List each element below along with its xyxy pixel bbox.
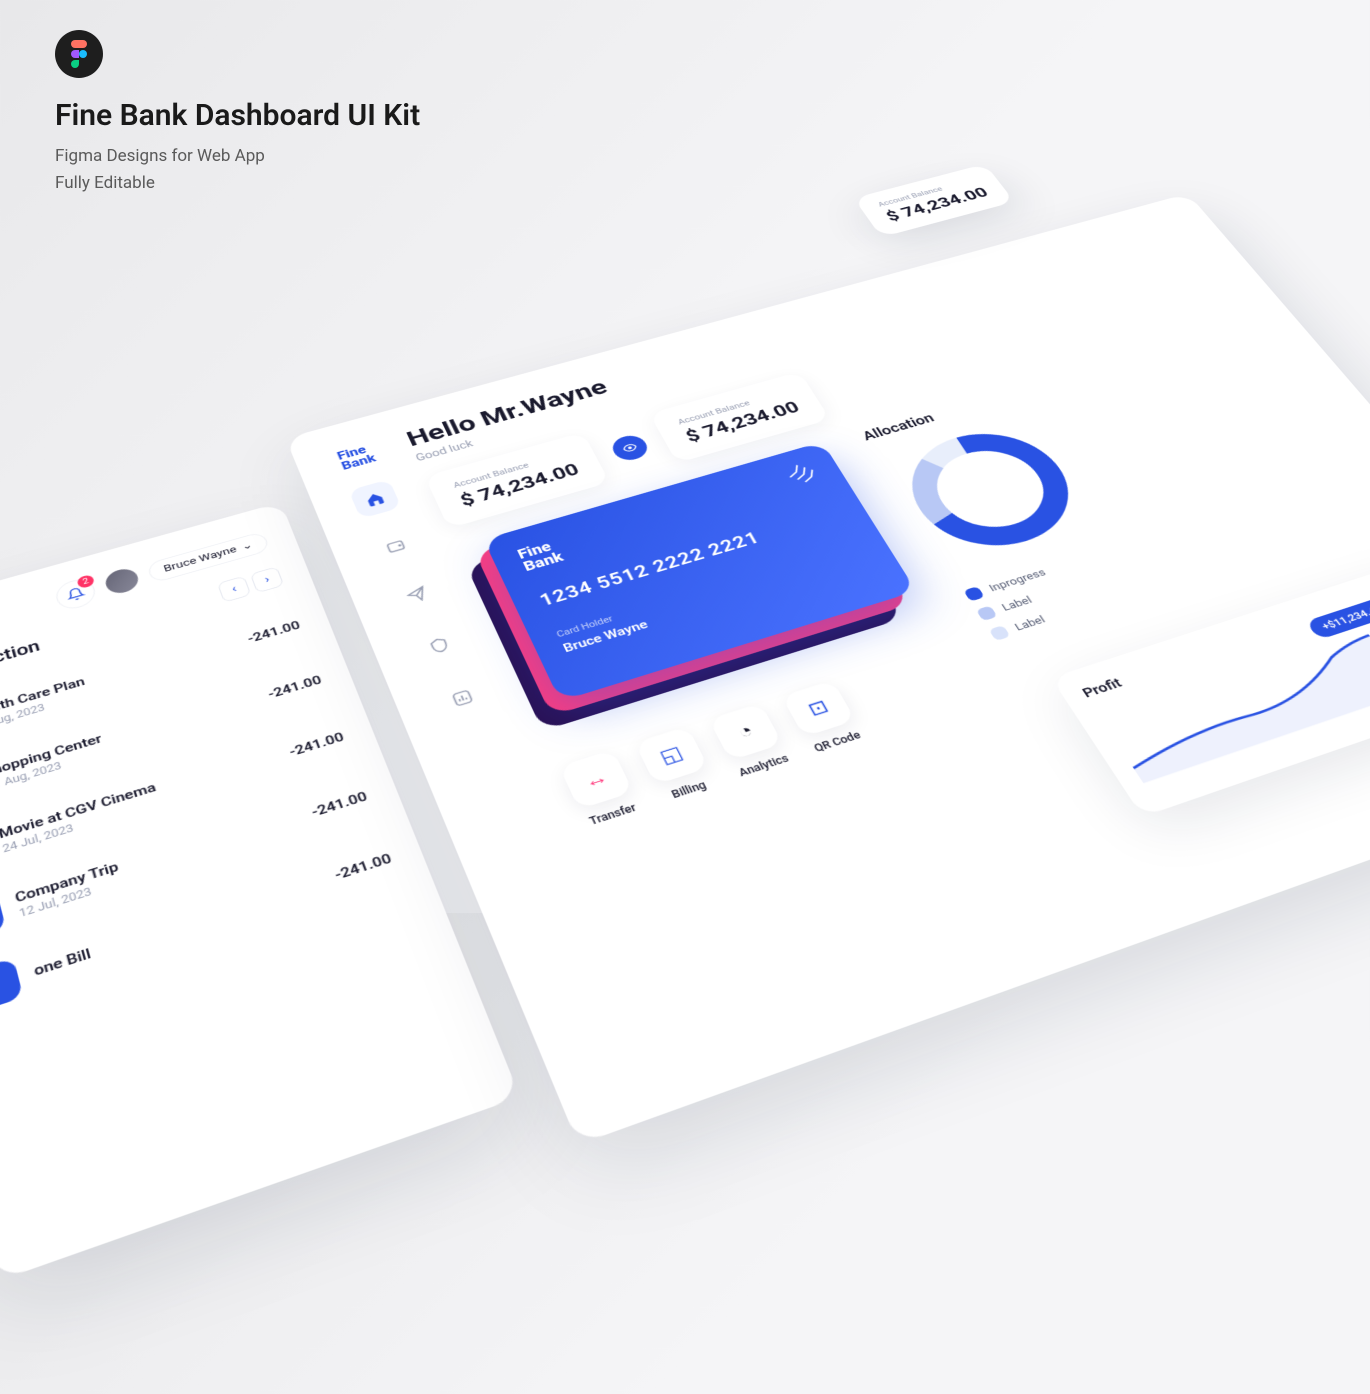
action-icon-box: ◱ bbox=[634, 726, 708, 785]
brand-logo: FineBank bbox=[336, 443, 378, 472]
nav-send[interactable] bbox=[389, 574, 444, 617]
nav-wallet[interactable] bbox=[369, 526, 423, 567]
action-analytics[interactable]: ◔ Analytics bbox=[709, 703, 794, 780]
allocation-title: Allocation bbox=[860, 359, 1117, 443]
figma-icon bbox=[69, 40, 89, 68]
transaction-amount: -241.00 bbox=[309, 789, 369, 821]
promo-subtitle-1: Figma Designs for Web App bbox=[55, 143, 420, 170]
eye-icon bbox=[620, 441, 639, 455]
action-icon: ◱ bbox=[656, 742, 686, 768]
action-icon: ◔ bbox=[734, 720, 758, 744]
action-label: QR Code bbox=[812, 729, 863, 754]
legend-label: Label bbox=[999, 594, 1034, 613]
toggle-visibility-button[interactable] bbox=[608, 432, 652, 463]
chart-icon bbox=[449, 688, 475, 709]
transaction-icon: ● bbox=[0, 891, 6, 945]
promo-title: Fine Bank Dashboard UI Kit bbox=[55, 98, 420, 133]
transaction-list: ●Health Care Plan30 Aug, 2023-241.00●Sho… bbox=[0, 598, 403, 1029]
transaction-amount: -241.00 bbox=[332, 850, 393, 883]
nav-security[interactable] bbox=[411, 623, 468, 667]
promo-header: Fine Bank Dashboard UI Kit Figma Designs… bbox=[55, 30, 420, 197]
legend-color bbox=[963, 586, 985, 602]
allocation-donut-chart bbox=[875, 411, 1108, 572]
action-label: Billing bbox=[670, 779, 709, 801]
user-name: Bruce Wayne bbox=[162, 544, 238, 574]
shield-icon bbox=[427, 635, 453, 655]
nav-analytics[interactable] bbox=[434, 675, 492, 721]
pager-prev-button[interactable]: ‹ bbox=[217, 576, 251, 603]
action-icon-box: ◔ bbox=[709, 703, 783, 761]
wallet-icon bbox=[383, 537, 408, 556]
transaction-amount: -241.00 bbox=[245, 618, 302, 646]
nav-home[interactable] bbox=[348, 479, 401, 519]
transaction-amount: -241.00 bbox=[287, 729, 346, 759]
action-icon: ↔ bbox=[580, 765, 612, 793]
user-avatar[interactable] bbox=[100, 564, 143, 599]
action-icon-box: ↔ bbox=[559, 750, 633, 810]
chevron-down-icon: ⌄ bbox=[240, 539, 254, 552]
promo-subtitle-2: Fully Editable bbox=[55, 170, 420, 197]
notification-bell-button[interactable] bbox=[53, 576, 99, 613]
transaction-icon: ● bbox=[0, 957, 23, 1013]
legend-label: Label bbox=[1012, 614, 1047, 634]
card-holder-name: Bruce Wayne bbox=[561, 551, 871, 656]
bell-icon bbox=[65, 585, 87, 602]
home-icon bbox=[363, 490, 387, 508]
action-label: Analytics bbox=[737, 752, 791, 779]
action-icon-box: ⊡ bbox=[781, 680, 855, 737]
action-transfer[interactable]: ↔ Transfer bbox=[559, 750, 643, 829]
action-label: Transfer bbox=[587, 801, 638, 827]
send-icon bbox=[405, 585, 430, 604]
floating-balance-card: Account Balance $ 74,234.00 bbox=[854, 164, 1015, 237]
action-billing[interactable]: ◱ Billing bbox=[634, 726, 718, 804]
legend-color bbox=[976, 605, 998, 621]
legend-color bbox=[989, 625, 1011, 641]
action-qr-code[interactable]: ⊡ QR Code bbox=[781, 680, 866, 755]
pager-next-button[interactable]: › bbox=[250, 566, 284, 593]
figma-logo-badge bbox=[55, 30, 103, 78]
action-icon: ⊡ bbox=[804, 696, 832, 720]
quick-actions: ↔ Transfer ◱ Billing ◔ Analytics ⊡ QR Code bbox=[559, 640, 996, 829]
transaction-amount: -241.00 bbox=[266, 673, 324, 702]
